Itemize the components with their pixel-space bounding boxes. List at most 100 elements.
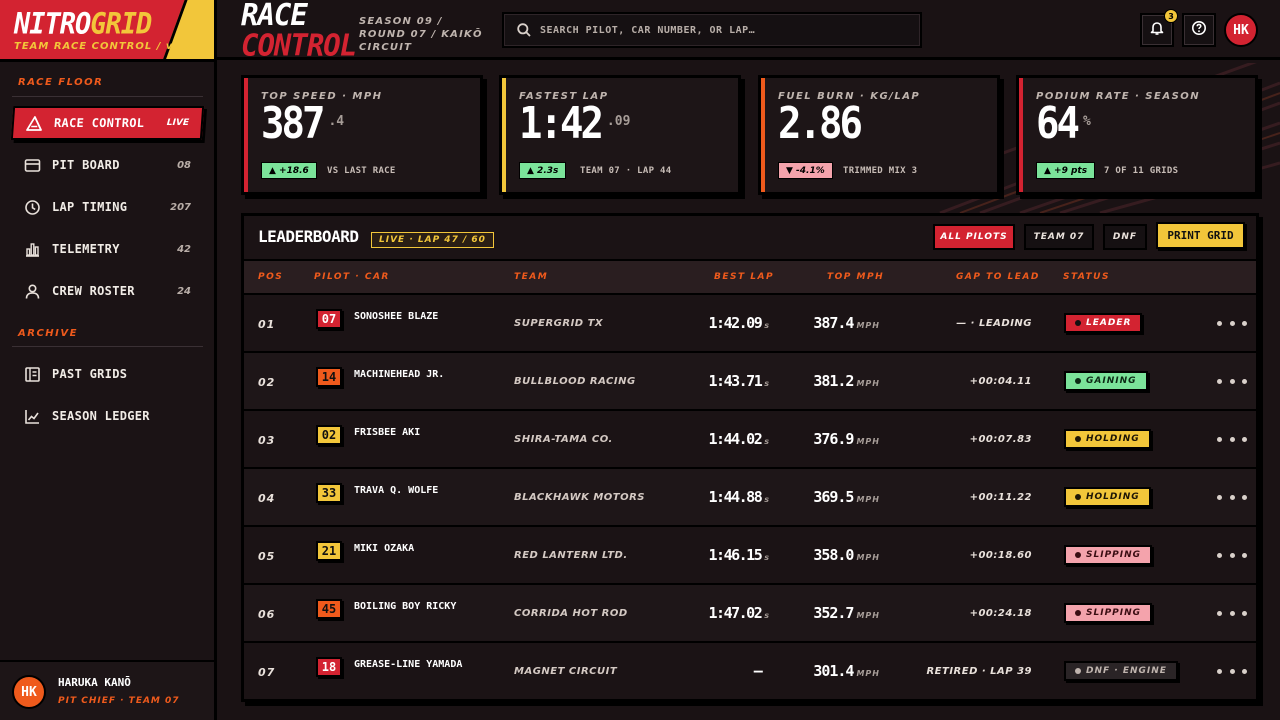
brand-slash <box>162 0 214 59</box>
cell-pos: 05 <box>258 550 276 563</box>
table-row[interactable]: 02 14 MACHINEHEAD JR. BULLBLOOD RACING 1… <box>244 353 1256 411</box>
table-row[interactable]: 07 18 GREASE-LINE YAMADA MAGNET CIRCUIT … <box>244 643 1256 701</box>
column-header-pilot[interactable]: PILOT · CAR <box>314 272 390 282</box>
table-row[interactable]: 03 02 FRISBEE AKI SHIRA-TAMA CO. 1:44.02… <box>244 411 1256 469</box>
cell-top-mph: 352.7 MPH <box>813 604 880 622</box>
row-more-icon[interactable] <box>1217 545 1247 565</box>
kpi-card-top-speed: TOP SPEED · MPH 387 .4 ▲ +18.6 VS LAST R… <box>241 75 483 195</box>
status-badge: SLIPPING <box>1064 545 1153 565</box>
leaderboard-panel: LEADERBOARD LIVE · LAP 47 / 60 ALL PILOT… <box>241 213 1259 702</box>
sidebar-item-race-control[interactable]: RACE CONTROL LIVE <box>10 106 205 140</box>
section-divider <box>12 346 203 347</box>
sidebar-item-label: SEASON LEDGER <box>52 409 150 423</box>
brand-subtitle: TEAM RACE CONTROL / v9.2 <box>14 41 195 52</box>
column-header-status[interactable]: STATUS <box>1063 272 1110 282</box>
live-lap-badge: LIVE · LAP 47 / 60 <box>371 232 494 248</box>
notifications-button[interactable]: 3 <box>1140 9 1178 47</box>
column-header-best-lap[interactable]: BEST LAP <box>714 272 774 282</box>
leaderboard-rows: 01 07 SONOSHEE BLAZE SUPERGRID TX 1:42.0… <box>244 295 1256 701</box>
line-chart-icon <box>24 408 41 425</box>
cell-pos: 01 <box>258 318 276 331</box>
bar-chart-icon <box>24 241 41 258</box>
unit-seconds: s <box>764 379 770 388</box>
row-more-icon[interactable] <box>1217 429 1247 449</box>
best-lap-value: – <box>753 662 763 680</box>
filter-all-pilots[interactable]: ALL PILOTS <box>933 224 1015 250</box>
sidebar-item-season-ledger[interactable]: SEASON LEDGER <box>12 399 203 433</box>
table-row[interactable]: 06 45 BOILING BOY RICKY CORRIDA HOT ROD … <box>244 585 1256 643</box>
search-bar[interactable] <box>502 12 922 48</box>
row-more-icon[interactable] <box>1217 661 1247 681</box>
cell-pos: 06 <box>258 608 276 621</box>
sidebar-item-lap-timing[interactable]: LAP TIMING 207 <box>12 190 203 224</box>
sidebar-item-past-grids[interactable]: PAST GRIDS <box>12 357 203 391</box>
person-icon <box>24 283 41 300</box>
row-more-icon[interactable] <box>1217 603 1247 623</box>
row-more-icon[interactable] <box>1217 371 1247 391</box>
status-dot-icon <box>1075 552 1081 558</box>
column-header-team[interactable]: TEAM <box>514 272 548 282</box>
kpi-value: 1:42 .09 <box>519 99 630 149</box>
user-name: HARUKA KANŌ <box>58 676 131 689</box>
filter-dnf[interactable]: DNF <box>1103 224 1147 250</box>
kpi-card-fuel-burn: FUEL BURN · KG/LAP 2.86 ▼ -4.1% TRIMMED … <box>758 75 1000 195</box>
status-dot-icon <box>1075 378 1081 384</box>
user-profile[interactable]: HK HARUKA KANŌ PIT CHIEF · TEAM 07 <box>0 660 214 720</box>
cell-team: CORRIDA HOT ROD <box>514 608 628 619</box>
user-role: PIT CHIEF · TEAM 07 <box>58 696 180 706</box>
cell-gap: +00:18.60 <box>969 550 1032 561</box>
status-label: HOLDING <box>1086 434 1140 444</box>
mph-value: 301.4 <box>813 662 854 680</box>
cell-team: SHIRA-TAMA CO. <box>514 434 613 445</box>
unit-seconds: s <box>764 553 770 562</box>
cell-gap: +00:07.83 <box>969 434 1032 445</box>
section-divider <box>12 96 203 97</box>
car-number-badge: 45 <box>316 599 342 619</box>
cell-best-lap: –s <box>754 662 770 680</box>
sidebar-item-pit-board[interactable]: PIT BOARD 08 <box>12 148 203 182</box>
sidebar-item-crew-roster[interactable]: CREW ROSTER 24 <box>12 274 203 308</box>
cell-pilot: MIKI OZAKA <box>354 543 415 554</box>
column-header-pos[interactable]: POS <box>258 272 283 282</box>
sidebar-item-telemetry[interactable]: TELEMETRY 42 <box>12 232 203 266</box>
section-label-archive: ARCHIVE <box>18 328 78 339</box>
sidebar-item-count: 42 <box>177 243 191 255</box>
kpi-accent-bar <box>1019 78 1023 192</box>
avatar[interactable]: HK <box>1224 13 1258 47</box>
status-label: LEADER <box>1086 318 1132 328</box>
best-lap-value: 1:46.15 <box>708 546 763 564</box>
filter-team-07[interactable]: TEAM 07 <box>1024 224 1094 250</box>
main-content: TOP SPEED · MPH 387 .4 ▲ +18.6 VS LAST R… <box>217 63 1280 720</box>
help-icon <box>1191 20 1207 40</box>
search-input[interactable] <box>540 24 920 36</box>
status-dot-icon <box>1075 668 1081 674</box>
status-label: DNF · ENGINE <box>1086 666 1167 676</box>
brand-logo[interactable]: NITROGRID TEAM RACE CONTROL / v9.2 <box>0 0 214 62</box>
kpi-card-podium-rate: PODIUM RATE · SEASON 64 % ▲ +9 pts 7 OF … <box>1016 75 1258 195</box>
mph-value: 376.9 <box>813 430 854 448</box>
cell-top-mph: 301.4 MPH <box>813 662 880 680</box>
search-icon <box>516 22 532 38</box>
sidebar: NITROGRID TEAM RACE CONTROL / v9.2 RACE … <box>0 0 217 720</box>
table-row[interactable]: 04 33 TRAVA Q. WOLFE BLACKHAWK MOTORS 1:… <box>244 469 1256 527</box>
cell-pilot: GREASE-LINE YAMADA <box>354 659 463 670</box>
sidebar-item-label: LAP TIMING <box>52 200 128 214</box>
row-more-icon[interactable] <box>1217 487 1247 507</box>
cell-top-mph: 358.0 MPH <box>813 546 880 564</box>
column-header-gap[interactable]: GAP TO LEAD <box>956 272 1040 282</box>
help-button[interactable] <box>1182 13 1216 47</box>
mph-value: 352.7 <box>813 604 854 622</box>
table-row[interactable]: 05 21 MIKI OZAKA RED LANTERN LTD. 1:46.1… <box>244 527 1256 585</box>
table-header: POS PILOT · CAR TEAM BEST LAP TOP MPH GA… <box>244 259 1256 295</box>
status-label: HOLDING <box>1086 492 1140 502</box>
row-more-icon[interactable] <box>1217 313 1247 333</box>
status-dot-icon <box>1075 494 1081 500</box>
unit-mph: MPH <box>856 495 880 504</box>
print-grid-button[interactable]: PRINT GRID <box>1156 222 1245 249</box>
column-header-top-mph[interactable]: TOP MPH <box>827 272 884 282</box>
table-row[interactable]: 01 07 SONOSHEE BLAZE SUPERGRID TX 1:42.0… <box>244 295 1256 353</box>
cell-gap: +00:04.11 <box>969 376 1032 387</box>
avatar: HK <box>12 675 46 709</box>
kpi-value: 2.86 <box>778 99 863 149</box>
cell-gap: — · LEADING <box>956 318 1032 329</box>
